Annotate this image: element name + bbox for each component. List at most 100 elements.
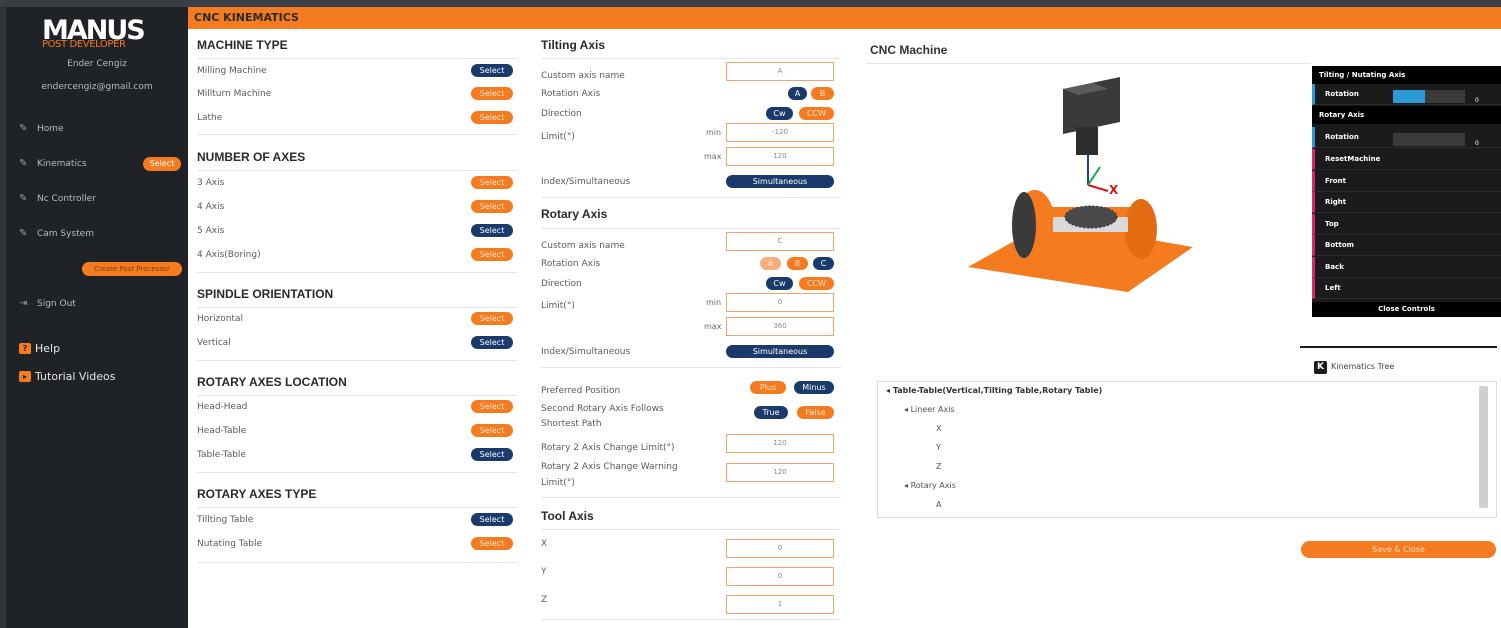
- view-reset-machine[interactable]: ResetMachine: [1312, 149, 1501, 170]
- view-controls-panel: Tilting / Nutating Axis Rotation 0 Rotar…: [1312, 66, 1501, 317]
- table-table-select-button[interactable]: Select: [471, 448, 513, 461]
- vertical-select-button[interactable]: Select: [471, 336, 513, 349]
- wrench-icon: ✎: [19, 123, 28, 134]
- tree-rotary-axis-node[interactable]: ◂ Rotary Axis: [904, 481, 956, 490]
- view-bottom[interactable]: Bottom: [1312, 235, 1501, 256]
- tilting-index-label: Index/Simultaneous: [541, 177, 631, 187]
- tree-root-label: Table-Table(Vertical,Tilting Table,Rotar…: [892, 386, 1103, 395]
- rotary-custom-label: Custom axis name: [541, 241, 625, 251]
- rotary-max-input[interactable]: 360: [726, 317, 834, 336]
- horizontal-select-button[interactable]: Select: [471, 312, 513, 325]
- nav-nc-label: Nc Controller: [37, 193, 96, 204]
- nav-help-label: Help: [35, 342, 61, 355]
- view-front[interactable]: Front: [1312, 171, 1501, 192]
- 5-axis-select-button[interactable]: Select: [471, 224, 513, 237]
- tilting-max-input[interactable]: 120: [726, 147, 834, 166]
- tilting-rotation-b-button[interactable]: B: [811, 87, 834, 100]
- machine-config-column: MACHINE TYPE Milling Machine Select Mill…: [197, 7, 519, 628]
- spindle-nose: [1076, 127, 1098, 155]
- head-head-select-button[interactable]: Select: [471, 400, 513, 413]
- tilting-table-select-button[interactable]: Select: [471, 513, 513, 526]
- save-close-button[interactable]: Save & Close: [1301, 541, 1496, 558]
- nav-nc-controller[interactable]: ✎ Nc Controller: [19, 193, 96, 204]
- main-panel: CNC KINEMATICS MACHINE TYPE Milling Mach…: [188, 7, 1501, 628]
- view-left[interactable]: Left: [1312, 278, 1501, 299]
- view-top[interactable]: Top: [1312, 214, 1501, 235]
- 3-axis-select-button[interactable]: Select: [471, 176, 513, 189]
- rotary-simultaneous-button[interactable]: Simultaneous: [726, 345, 834, 358]
- tilting-limit-label: Limit(°): [541, 132, 575, 142]
- nav-tutorial-videos[interactable]: ▸ Tutorial Videos: [19, 370, 116, 383]
- cnc-machine-preview[interactable]: X: [948, 67, 1198, 307]
- view-right[interactable]: Right: [1312, 192, 1501, 213]
- rotary-index-label: Index/Simultaneous: [541, 347, 631, 357]
- rotary-rotation-a-button[interactable]: A: [760, 257, 781, 270]
- tree-x-node[interactable]: X: [936, 424, 941, 433]
- divider: [197, 562, 517, 563]
- divider: [197, 170, 517, 171]
- head-table-select-button[interactable]: Select: [471, 424, 513, 437]
- rotary-rotation-slider[interactable]: [1393, 133, 1465, 146]
- tool-x-input[interactable]: 0: [726, 539, 834, 558]
- tree-root-node[interactable]: ◂ Table-Table(Vertical,Tilting Table,Rot…: [886, 386, 1102, 395]
- millturn-machine-select-button[interactable]: Select: [471, 87, 513, 100]
- rotary-axis-header[interactable]: Rotary Axis: [1312, 106, 1501, 124]
- tilting-rotation-slider[interactable]: [1393, 90, 1465, 103]
- view-back[interactable]: Back: [1312, 257, 1501, 278]
- rotary-direction-label: Direction: [541, 279, 582, 289]
- preferred-plus-button[interactable]: Plus: [750, 381, 786, 394]
- shortest-path-true-button[interactable]: True: [754, 406, 788, 419]
- tilting-axis-name-input[interactable]: A: [726, 62, 834, 81]
- kinematics-tree-title: Kinematics Tree: [1331, 362, 1395, 371]
- kinematics-tree: ◂ Table-Table(Vertical,Tilting Table,Rot…: [877, 381, 1497, 518]
- nav-help[interactable]: ? Help: [19, 342, 60, 355]
- axis-x-label: X: [1109, 183, 1119, 197]
- machine-type-title: MACHINE TYPE: [197, 38, 288, 52]
- change-limit-input[interactable]: 120: [726, 434, 834, 453]
- nav-home[interactable]: ✎ Home: [19, 123, 64, 134]
- tool-y-input[interactable]: 0: [726, 567, 834, 586]
- rotary-min-label: min: [706, 298, 722, 307]
- close-controls-button[interactable]: Close Controls: [1312, 302, 1501, 317]
- rotary-axis-name-input[interactable]: C: [726, 232, 834, 251]
- tilting-axis-header[interactable]: Tilting / Nutating Axis: [1312, 66, 1501, 84]
- nav-cam-system[interactable]: ✎ Cam System: [19, 228, 94, 239]
- create-post-processor-button[interactable]: Create Post Processor: [82, 262, 182, 276]
- tree-linear-axis-node[interactable]: ◂ Lineer Axis: [904, 405, 955, 414]
- tilting-rotation-label: Rotation: [1325, 90, 1359, 98]
- rotary-cw-button[interactable]: Cw: [766, 277, 793, 290]
- divider: [197, 395, 517, 396]
- nav-kinematics[interactable]: ✎ Kinematics: [19, 158, 87, 169]
- rotary-axes-type-title: ROTARY AXES TYPE: [197, 487, 317, 501]
- change-warning-input[interactable]: 120: [726, 463, 834, 482]
- preferred-minus-button[interactable]: Minus: [794, 381, 834, 394]
- 4-axis-select-button[interactable]: Select: [471, 200, 513, 213]
- divider: [197, 307, 517, 308]
- tree-y-node[interactable]: Y: [936, 443, 941, 452]
- tilting-simultaneous-button[interactable]: Simultaneous: [726, 175, 834, 188]
- tree-scrollbar[interactable]: [1479, 386, 1488, 508]
- 4-axis-boring-select-button[interactable]: Select: [471, 248, 513, 261]
- tilting-rotation-a-button[interactable]: A: [788, 87, 807, 100]
- help-icon: ?: [19, 343, 31, 354]
- tilting-cw-button[interactable]: Cw: [766, 107, 793, 120]
- tree-z-node[interactable]: Z: [936, 462, 941, 471]
- tree-a-node[interactable]: A: [936, 500, 941, 509]
- nav-sign-out[interactable]: ⇥ Sign Out: [19, 298, 76, 309]
- tilting-ccw-button[interactable]: CCW: [799, 107, 834, 120]
- milling-machine-select-button[interactable]: Select: [471, 64, 513, 77]
- kinematics-select-badge[interactable]: Select: [143, 157, 181, 171]
- rotary-min-input[interactable]: 0: [726, 293, 834, 312]
- rotary-rotation-label: Rotation Axis: [541, 259, 601, 269]
- lathe-select-button[interactable]: Select: [471, 111, 513, 124]
- shortest-path-false-button[interactable]: False: [797, 406, 834, 419]
- rotary-ccw-button[interactable]: CCW: [799, 277, 834, 290]
- rotary-rotation-row: Rotation 0: [1312, 127, 1501, 148]
- divider: [197, 134, 517, 135]
- tool-z-input[interactable]: 1: [726, 595, 834, 614]
- nutating-table-select-button[interactable]: Select: [471, 537, 513, 550]
- location-label: Head-Head: [197, 402, 248, 412]
- rotary-rotation-c-button[interactable]: C: [813, 257, 834, 270]
- tilting-min-input[interactable]: -120: [726, 123, 834, 142]
- rotary-rotation-b-button[interactable]: B: [787, 257, 808, 270]
